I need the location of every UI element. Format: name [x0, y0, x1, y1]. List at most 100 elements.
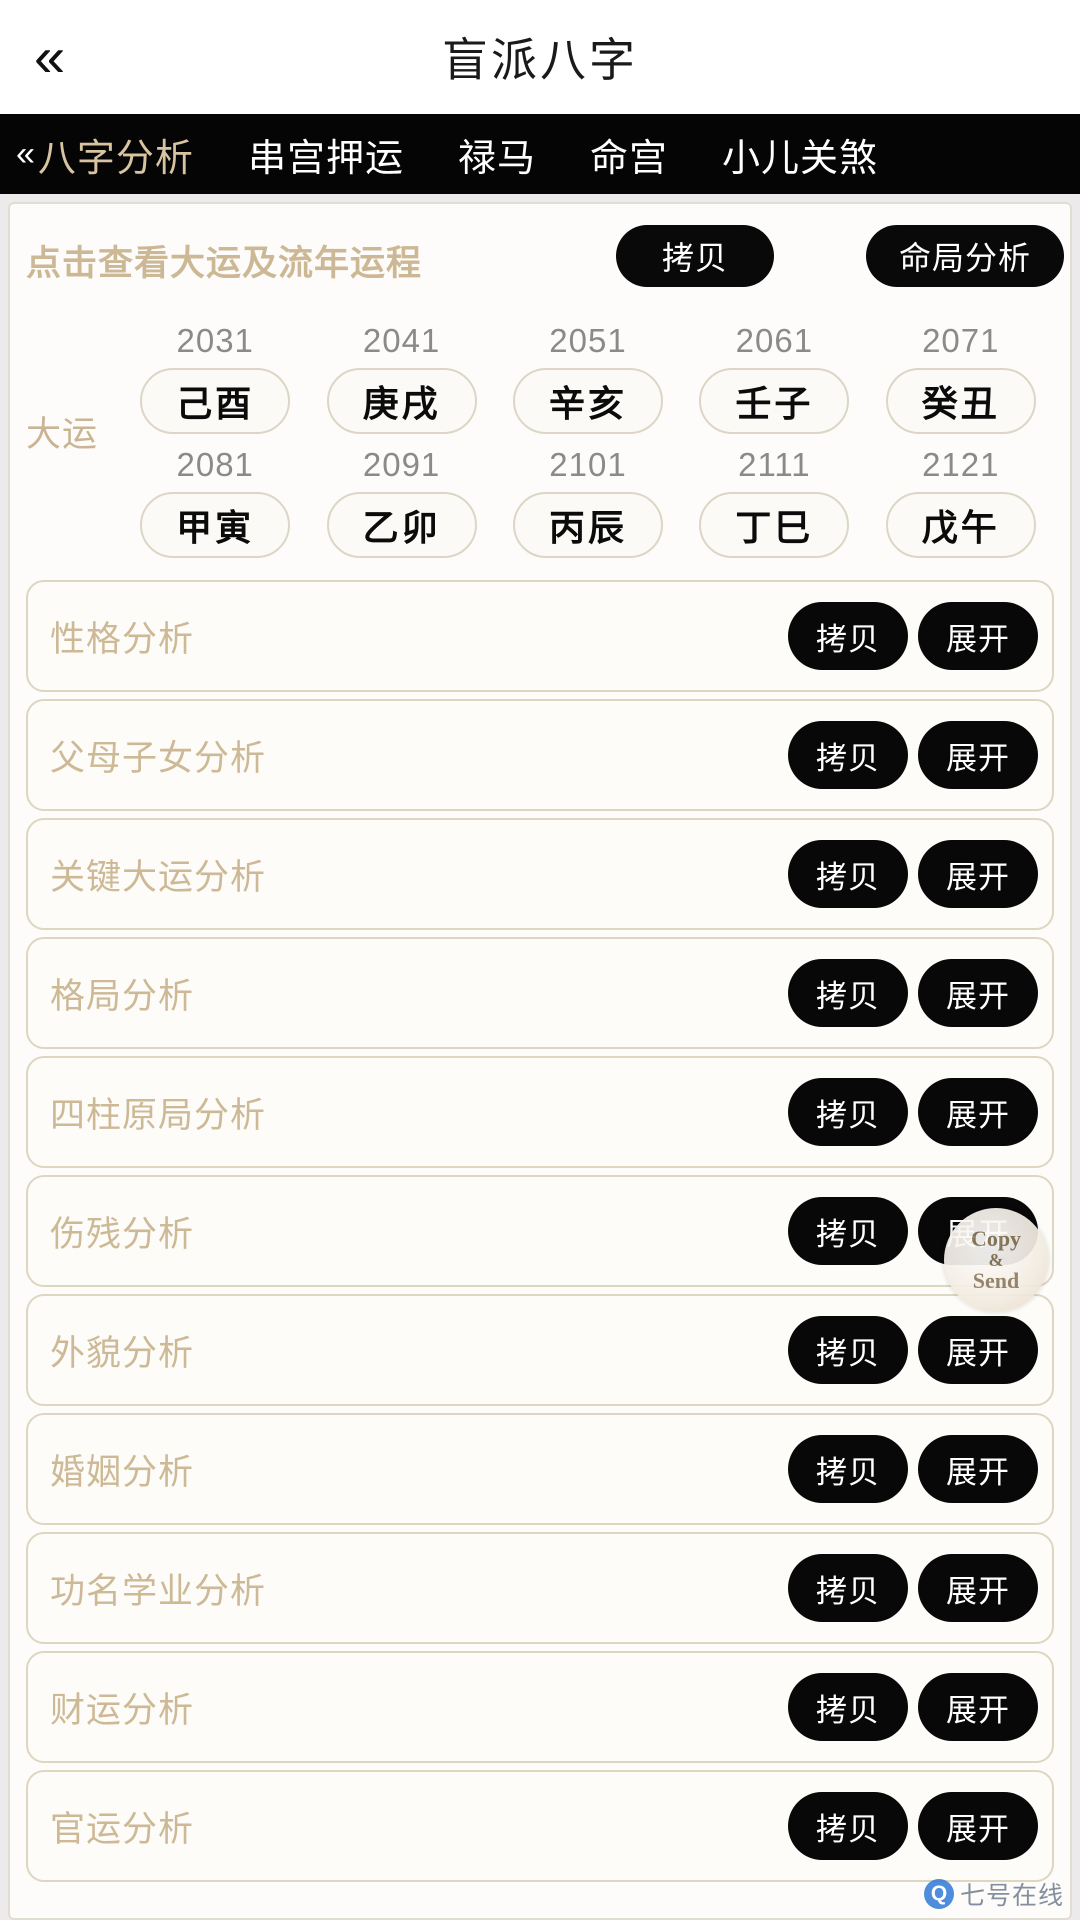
copy-button[interactable]: 拷贝 [788, 1673, 908, 1741]
copy-and-send-line3: Send [972, 1268, 1020, 1294]
dayun-section: 大运 2031 己酉 2041 庚戌 2051 辛亥 2061 壬子 2071 … [26, 316, 1054, 566]
dayun-year: 2081 [176, 446, 254, 483]
tabbar-chevron-left-icon[interactable]: « [16, 135, 35, 174]
list-item[interactable]: 外貌分析 拷贝 展开 [26, 1294, 1054, 1406]
dayun-year: 2101 [549, 446, 627, 483]
expand-button[interactable]: 展开 [918, 1792, 1038, 1860]
expand-button[interactable]: 展开 [918, 602, 1038, 670]
list-item-label: 功名学业分析 [50, 1571, 267, 1611]
list-item-label: 格局分析 [50, 976, 195, 1016]
dayun-cell: 2101 丙辰 [495, 442, 681, 566]
list-item[interactable]: 功名学业分析 拷贝 展开 [26, 1532, 1054, 1644]
copy-button[interactable]: 拷贝 [788, 602, 908, 670]
dayun-cell: 2111 丁巳 [681, 442, 867, 566]
dayun-year: 2091 [362, 446, 441, 483]
title-bar: « 盲派八字 [0, 0, 1080, 114]
tab-minggong[interactable]: 命宫 [563, 127, 695, 182]
dayun-pill[interactable]: 癸丑 [885, 368, 1036, 434]
dayun-year: 2071 [922, 322, 1000, 359]
page-body: 点击查看大运及流年运程 拷贝 命局分析 大运 2031 己酉 2041 庚戌 2… [0, 194, 1080, 1920]
mingju-analysis-button[interactable]: 命局分析 [866, 225, 1064, 287]
copy-button[interactable]: 拷贝 [788, 1435, 908, 1503]
list-item-actions: 拷贝 展开 [788, 1554, 1038, 1622]
dayun-pill[interactable]: 壬子 [699, 368, 850, 434]
dayun-cell: 2051 辛亥 [495, 318, 681, 442]
dayun-year: 2031 [176, 322, 254, 359]
expand-button[interactable]: 展开 [918, 1078, 1038, 1146]
tab-xiaoer-guansha[interactable]: 小儿关煞 [695, 127, 905, 182]
dayun-pill[interactable]: 乙卯 [326, 492, 477, 558]
content-card: 点击查看大运及流年运程 拷贝 命局分析 大运 2031 己酉 2041 庚戌 2… [8, 202, 1072, 1920]
analysis-list: 性格分析 拷贝 展开 父母子女分析 拷贝 展开 关键大运分析 拷贝 展开 格局分… [26, 580, 1054, 1882]
dayun-year: 2111 [738, 446, 811, 483]
dayun-cell: 2121 戊午 [868, 442, 1054, 566]
list-item[interactable]: 财运分析 拷贝 展开 [26, 1651, 1054, 1763]
list-item-label: 伤残分析 [50, 1214, 195, 1254]
dayun-pill[interactable]: 丙辰 [512, 492, 663, 558]
hint-copy-button[interactable]: 拷贝 [616, 225, 774, 287]
watermark-logo-icon: Q [923, 1879, 954, 1909]
hint-text: 点击查看大运及流年运程 [26, 243, 423, 283]
expand-button[interactable]: 展开 [918, 959, 1038, 1027]
dayun-grid: 2031 己酉 2041 庚戌 2051 辛亥 2061 壬子 2071 癸丑 … [122, 318, 1054, 566]
list-item[interactable]: 关键大运分析 拷贝 展开 [26, 818, 1054, 930]
list-item-label: 四柱原局分析 [50, 1095, 267, 1135]
expand-button[interactable]: 展开 [918, 1554, 1038, 1622]
expand-button[interactable]: 展开 [918, 1435, 1038, 1503]
dayun-cell: 2041 庚戌 [308, 318, 494, 442]
tab-bar: « 八字分析 串宫押运 禄马 命宫 小儿关煞 [0, 114, 1080, 194]
page-title: 盲派八字 [442, 34, 638, 86]
expand-button[interactable]: 展开 [918, 721, 1038, 789]
list-item[interactable]: 婚姻分析 拷贝 展开 [26, 1413, 1054, 1525]
list-item-actions: 拷贝 展开 [788, 959, 1038, 1027]
dayun-cell: 2061 壬子 [681, 318, 867, 442]
dayun-cell: 2071 癸丑 [868, 318, 1054, 442]
tab-luma[interactable]: 禄马 [431, 127, 563, 182]
list-item[interactable]: 官运分析 拷贝 展开 [26, 1770, 1054, 1882]
copy-button[interactable]: 拷贝 [788, 721, 908, 789]
list-item[interactable]: 格局分析 拷贝 展开 [26, 937, 1054, 1049]
copy-and-send-badge[interactable]: Copy & Send [944, 1208, 1048, 1312]
copy-button[interactable]: 拷贝 [788, 1078, 908, 1146]
list-item-actions: 拷贝 展开 [788, 1673, 1038, 1741]
copy-button[interactable]: 拷贝 [788, 1792, 908, 1860]
expand-button[interactable]: 展开 [918, 1316, 1038, 1384]
list-item-actions: 拷贝 展开 [788, 1792, 1038, 1860]
list-item-actions: 拷贝 展开 [788, 1078, 1038, 1146]
tab-bazi-analysis[interactable]: 八字分析 [36, 127, 221, 182]
expand-button[interactable]: 展开 [918, 1673, 1038, 1741]
dayun-cell: 2031 己酉 [122, 318, 308, 442]
copy-button[interactable]: 拷贝 [788, 1197, 908, 1265]
dayun-pill[interactable]: 丁巳 [699, 492, 850, 558]
tab-chuangong-yayun[interactable]: 串宫押运 [221, 127, 431, 182]
list-item-label: 性格分析 [50, 619, 195, 659]
back-icon[interactable]: « [34, 29, 65, 85]
dayun-pill[interactable]: 戊午 [885, 492, 1036, 558]
copy-and-send-line2: & [988, 1249, 1004, 1270]
dayun-pill[interactable]: 辛亥 [512, 368, 663, 434]
list-item[interactable]: 四柱原局分析 拷贝 展开 [26, 1056, 1054, 1168]
list-item-label: 财运分析 [50, 1690, 195, 1730]
list-item-label: 父母子女分析 [50, 738, 267, 778]
dayun-pill[interactable]: 己酉 [140, 368, 291, 434]
list-item[interactable]: 父母子女分析 拷贝 展开 [26, 699, 1054, 811]
dayun-cell: 2081 甲寅 [122, 442, 308, 566]
dayun-year: 2041 [362, 322, 441, 359]
copy-and-send-line1: Copy [970, 1226, 1022, 1252]
list-item[interactable]: 伤残分析 拷贝 展开 [26, 1175, 1054, 1287]
dayun-pill[interactable]: 庚戌 [326, 368, 477, 434]
expand-button[interactable]: 展开 [918, 840, 1038, 908]
dayun-pill[interactable]: 甲寅 [140, 492, 291, 558]
copy-button[interactable]: 拷贝 [788, 959, 908, 1027]
copy-button[interactable]: 拷贝 [788, 1316, 908, 1384]
watermark: Q 七号在线 [923, 1876, 1064, 1912]
list-item-actions: 拷贝 展开 [788, 1435, 1038, 1503]
dayun-cell: 2091 乙卯 [308, 442, 494, 566]
list-item-label: 官运分析 [50, 1809, 195, 1849]
dayun-label: 大运 [26, 415, 99, 454]
copy-button[interactable]: 拷贝 [788, 1554, 908, 1622]
hint-row: 点击查看大运及流年运程 拷贝 命局分析 [26, 204, 1064, 316]
list-item[interactable]: 性格分析 拷贝 展开 [26, 580, 1054, 692]
copy-button[interactable]: 拷贝 [788, 840, 908, 908]
watermark-text: 七号在线 [959, 1882, 1064, 1910]
